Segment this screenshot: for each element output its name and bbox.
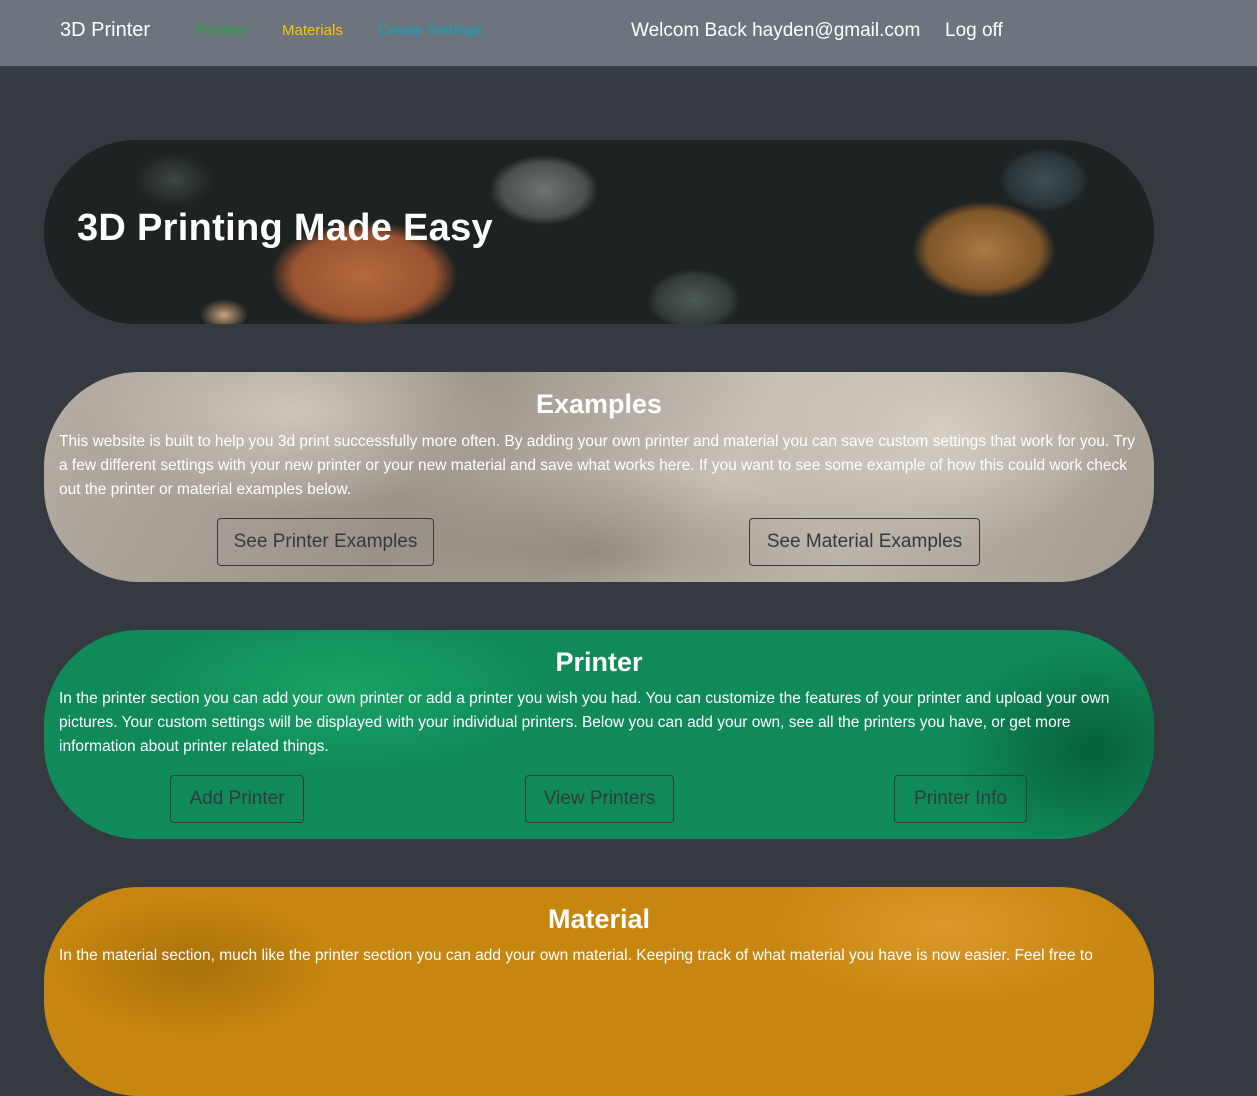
material-title: Material [547, 904, 651, 934]
see-printer-examples-button[interactable]: See Printer Examples [217, 518, 434, 566]
see-material-examples-button[interactable]: See Material Examples [749, 518, 980, 566]
material-section: Material In the material section, much l… [44, 887, 1154, 1096]
examples-description: This website is built to help you 3d pri… [59, 433, 1136, 498]
brand-link[interactable]: 3D Printer [60, 19, 150, 42]
examples-title: Examples [535, 389, 663, 419]
hero-title: 3D Printing Made Easy [77, 207, 493, 249]
printer-title: Printer [555, 647, 643, 677]
printer-section: Printer In the printer section you can a… [44, 630, 1154, 839]
welcome-message: Welcom Back hayden@gmail.com [631, 20, 921, 41]
view-printers-button[interactable]: View Printers [525, 775, 674, 823]
log-off-link[interactable]: Log off [945, 20, 1003, 42]
examples-section: Examples This website is built to help y… [44, 372, 1154, 582]
nav-link-printers[interactable]: Printers [196, 22, 248, 39]
nav-link-create-settings[interactable]: Create Settings [378, 22, 481, 39]
printer-info-button[interactable]: Printer Info [894, 775, 1027, 823]
nav-link-materials[interactable]: Materials [282, 22, 343, 39]
add-printer-button[interactable]: Add Printer [170, 775, 304, 823]
printer-description: In the printer section you can add your … [59, 690, 1110, 755]
hero-banner: 3D Printing Made Easy [44, 140, 1154, 324]
material-description: In the material section, much like the p… [59, 947, 1093, 964]
top-navbar: 3D Printer Printers Materials Create Set… [0, 0, 1257, 66]
